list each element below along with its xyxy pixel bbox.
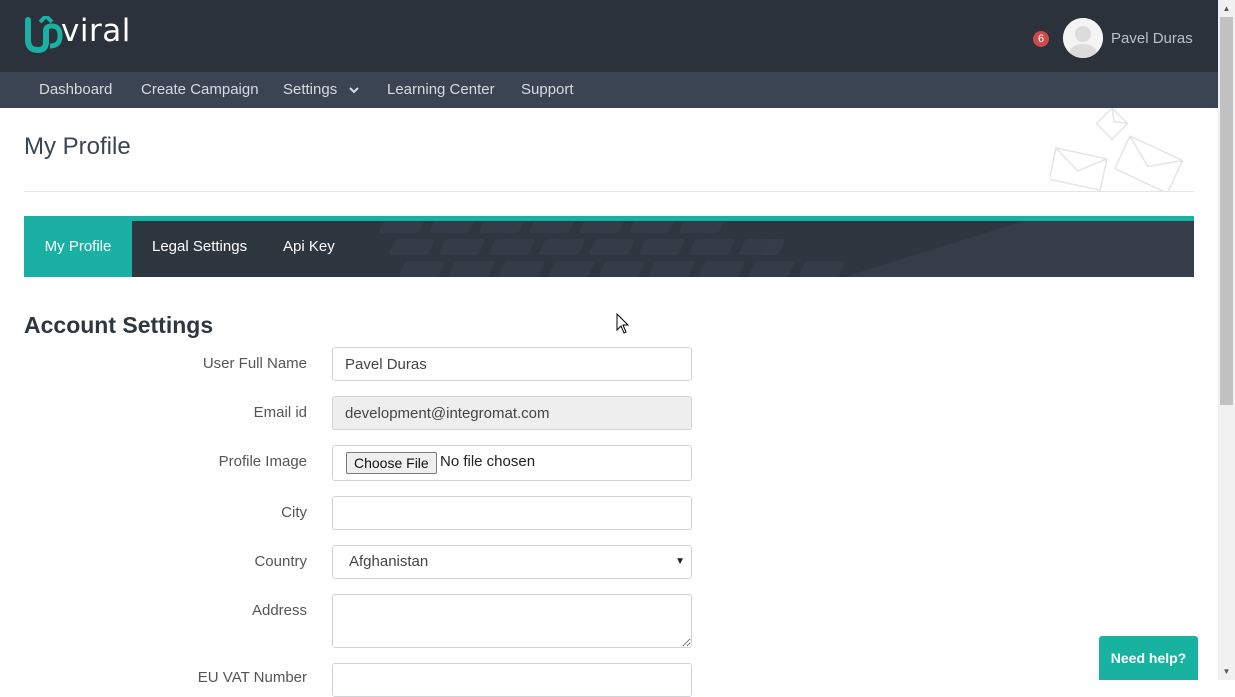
address-textarea[interactable] <box>332 594 692 648</box>
city-label: City <box>281 504 307 521</box>
email-input <box>332 396 692 430</box>
envelopes-decoration-icon <box>1050 108 1184 192</box>
upviral-logo[interactable]: viral <box>24 16 131 56</box>
tab-legal-settings[interactable]: Legal Settings <box>152 221 247 277</box>
profile-image-input: Choose File No file chosen <box>332 445 692 481</box>
tab-api-key[interactable]: Api Key <box>283 221 335 277</box>
avatar[interactable] <box>1063 18 1103 58</box>
tab-my-profile[interactable]: My Profile <box>24 221 132 277</box>
address-label: Address <box>251 602 307 619</box>
full-name-input[interactable] <box>332 347 692 381</box>
username-label[interactable]: Pavel Duras <box>1111 30 1193 47</box>
top-header: viral 6 Pavel Duras <box>0 0 1218 72</box>
main-navigation: Dashboard Create Campaign Settings Learn… <box>0 72 1218 108</box>
section-title: Account Settings <box>24 312 214 338</box>
profile-tabs: My Profile Legal Settings Api Key <box>24 216 1194 277</box>
profile-image-label: Profile Image <box>218 453 307 470</box>
scroll-down-arrow-icon[interactable]: ▼ <box>1218 663 1235 680</box>
dropdown-arrow-icon: ▼ <box>675 556 685 567</box>
scroll-up-arrow-icon[interactable]: ▲ <box>1218 0 1235 17</box>
page-scrollbar[interactable]: ▲ ▼ <box>1218 0 1235 680</box>
logo-text: viral <box>61 13 131 49</box>
country-selected-value: Afghanistan <box>349 553 429 570</box>
chevron-down-icon <box>349 86 360 93</box>
city-input[interactable] <box>332 496 692 530</box>
nav-create-campaign[interactable]: Create Campaign <box>141 72 259 108</box>
country-select[interactable]: Afghanistan ▼ <box>332 545 692 579</box>
choose-file-button[interactable]: Choose File <box>346 452 437 474</box>
mouse-cursor-icon <box>616 313 630 334</box>
file-status: No file chosen <box>440 453 536 470</box>
title-divider <box>24 191 1194 192</box>
need-help-button[interactable]: Need help? <box>1099 636 1198 680</box>
user-avatar-icon <box>1063 18 1103 58</box>
page-title: My Profile <box>24 133 131 160</box>
nav-settings[interactable]: Settings <box>283 72 360 108</box>
country-label: Country <box>254 553 307 570</box>
vat-label: EU VAT Number <box>197 669 307 686</box>
nav-support[interactable]: Support <box>521 72 574 108</box>
logo-up-icon <box>25 16 63 54</box>
nav-settings-label: Settings <box>283 81 338 98</box>
email-label: Email id <box>253 404 307 421</box>
full-name-label: User Full Name <box>202 355 307 372</box>
vat-input[interactable] <box>332 663 692 697</box>
nav-learning-center[interactable]: Learning Center <box>387 72 495 108</box>
scrollbar-thumb[interactable] <box>1220 17 1233 405</box>
notification-badge[interactable]: 6 <box>1033 31 1049 47</box>
nav-dashboard[interactable]: Dashboard <box>39 72 112 108</box>
